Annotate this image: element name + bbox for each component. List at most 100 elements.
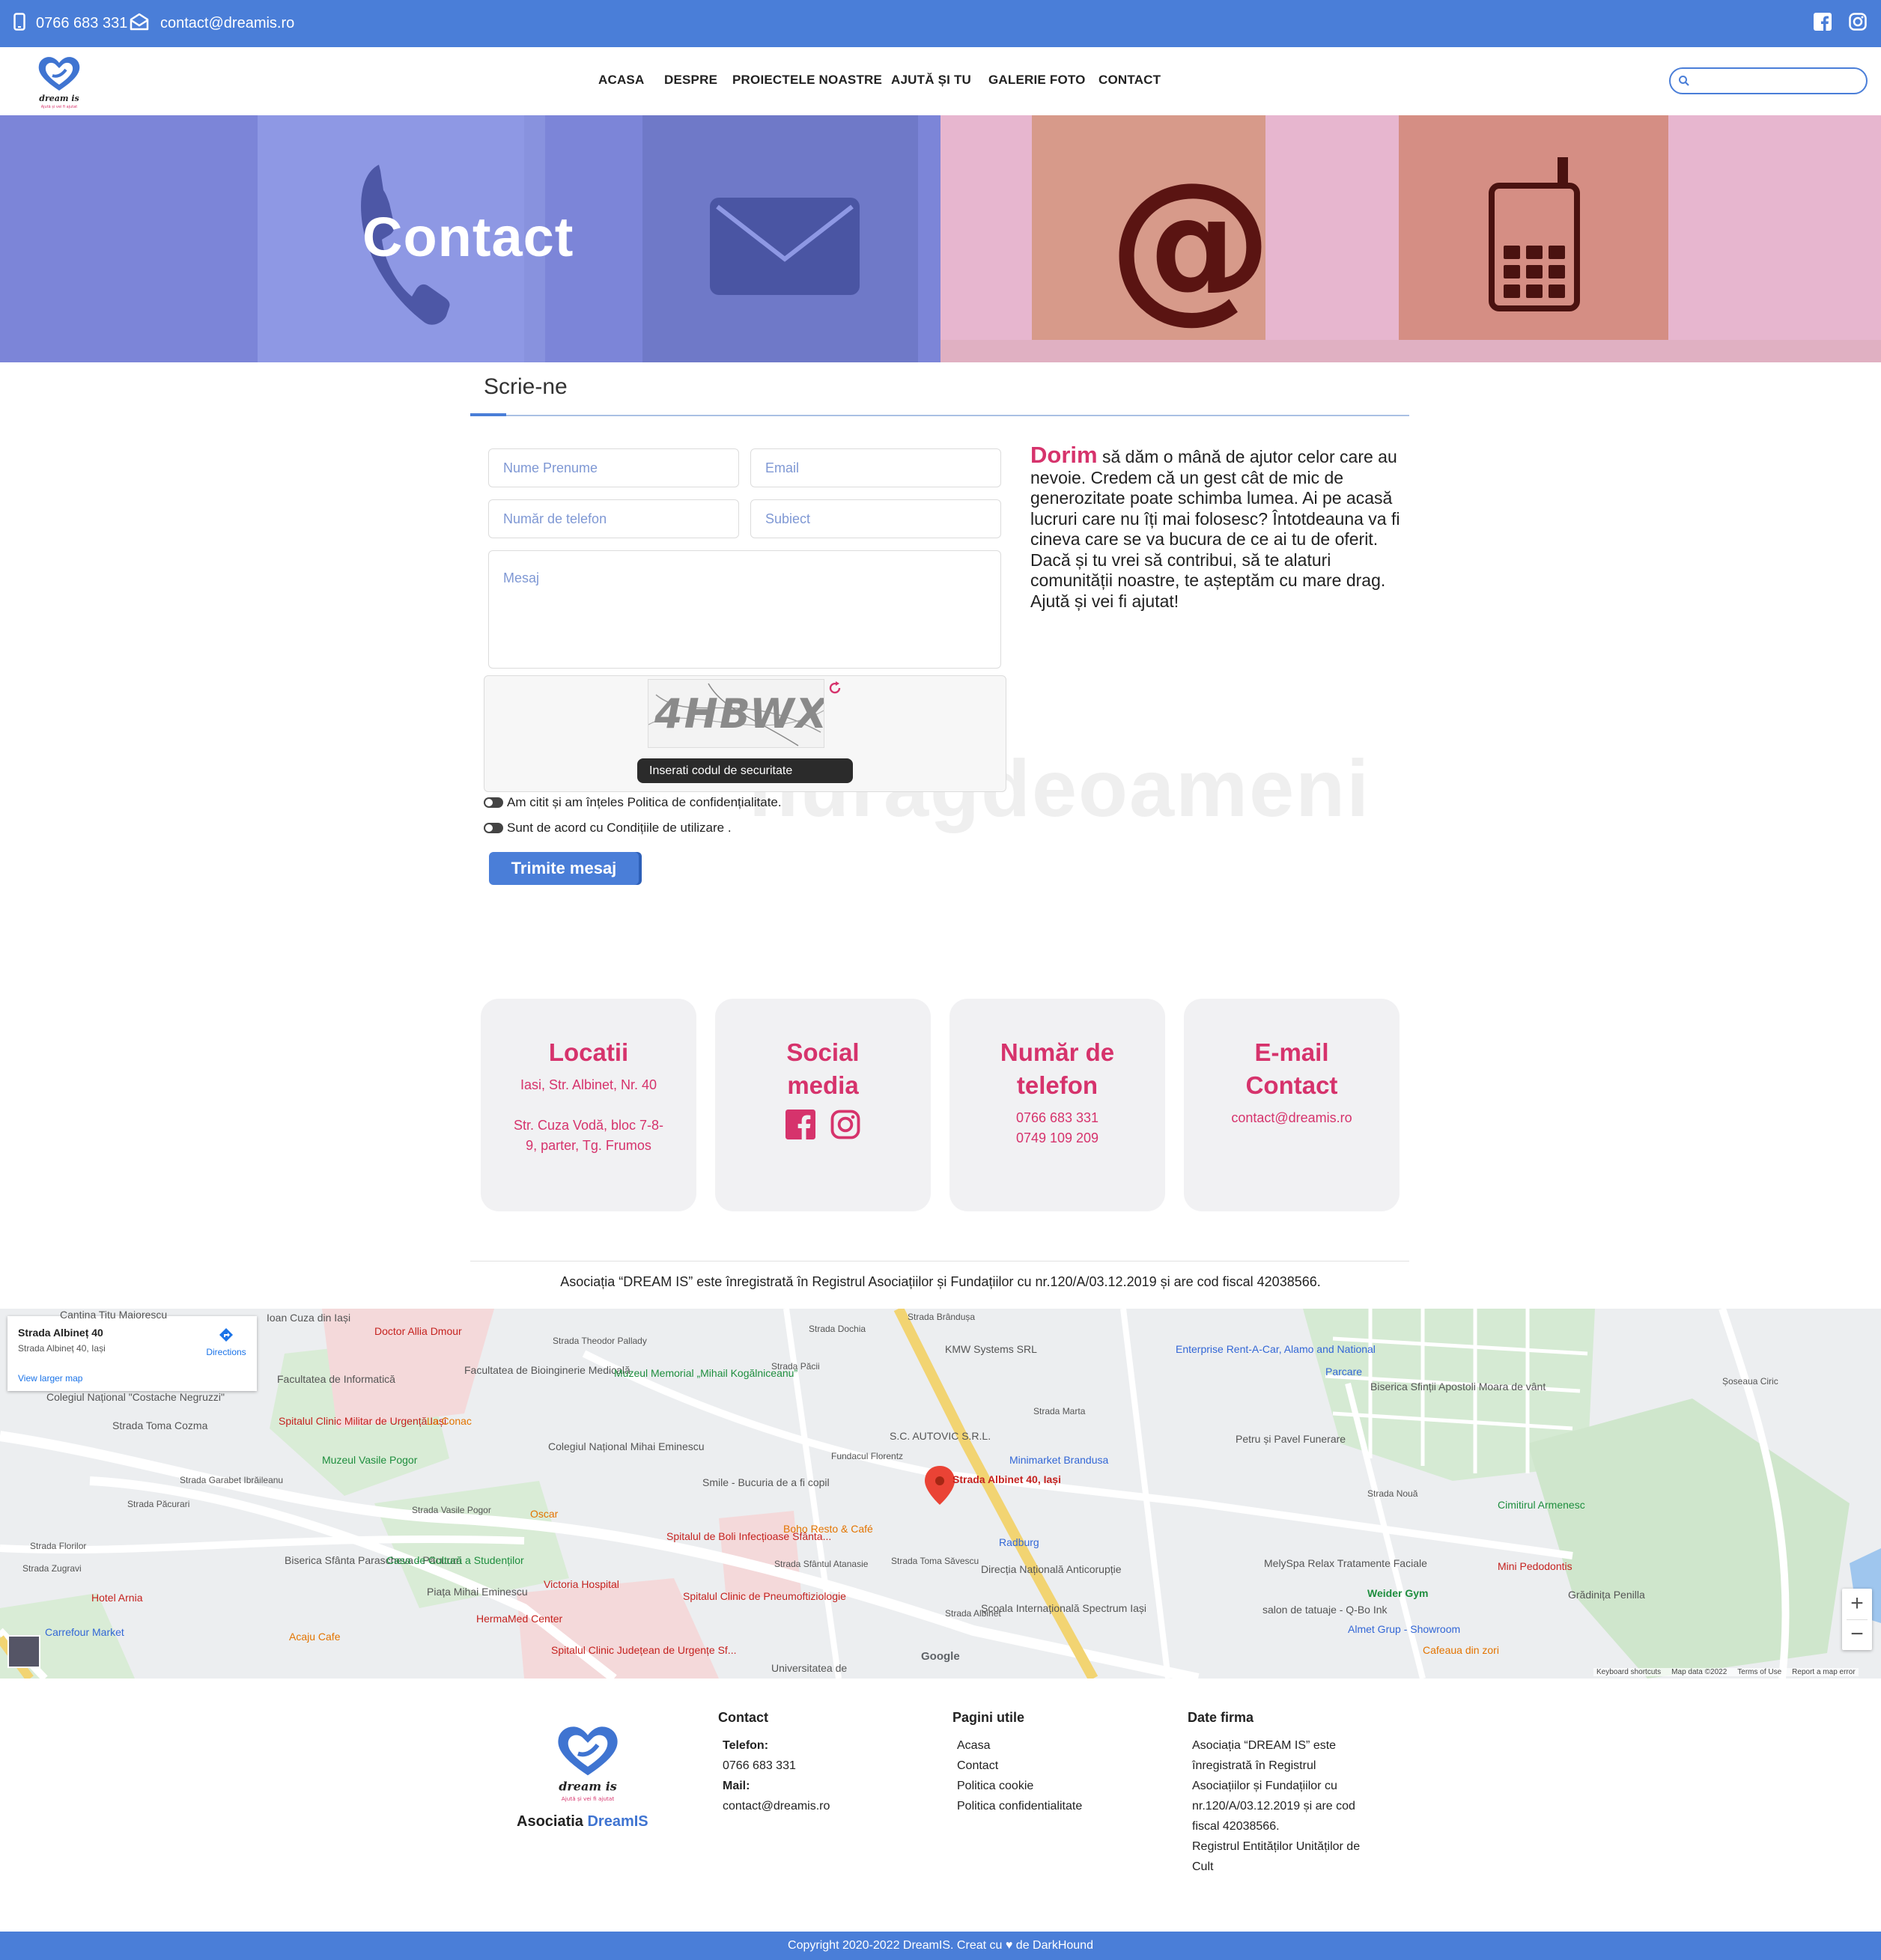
footer-phone-label: Telefon: — [723, 1739, 769, 1752]
hero-banner: @ Contact — [0, 115, 1881, 362]
map-attribution-item[interactable]: Keyboard shortcuts — [1596, 1668, 1661, 1676]
captcha-input[interactable]: Inserati codul de securitate — [637, 758, 853, 783]
registration-notice: Asociația “DREAM IS” este înregistrată î… — [560, 1274, 1321, 1289]
terms-toggle[interactable] — [484, 823, 503, 833]
footer-link-acasa[interactable]: Acasa — [957, 1735, 990, 1756]
name-field[interactable]: Nume Prenume — [488, 448, 739, 487]
map-satellite-toggle[interactable] — [7, 1635, 40, 1668]
privacy-toggle[interactable] — [484, 797, 503, 808]
card-title: Social media — [786, 1038, 860, 1099]
street-label: Strada Marta — [1033, 1406, 1086, 1416]
phone-field[interactable]: Număr de telefon — [488, 499, 739, 538]
map-place-address: Strada Albineț 40, Iași — [18, 1343, 106, 1354]
instagram-icon[interactable] — [830, 1110, 860, 1143]
map-label: Doctor Allia Dmour — [374, 1325, 462, 1337]
map-label: HermaMed Center — [476, 1613, 563, 1625]
street-label: Strada Vasile Pogor — [412, 1505, 491, 1515]
map-label: Direcția Națională Anticorupție — [981, 1563, 1122, 1575]
card-text[interactable]: 0766 683 331 — [979, 1108, 1135, 1128]
street-label: Strada Zugravi — [22, 1563, 82, 1574]
instagram-link[interactable] — [1849, 0, 1867, 47]
google-logo: Google — [921, 1650, 960, 1663]
footer-company-line: Registrul Entităților Unităților de — [1192, 1840, 1361, 1853]
refresh-icon[interactable] — [827, 681, 842, 700]
nav-despre[interactable]: DESPRE — [664, 73, 717, 88]
topbar-email-text: contact@dreamis.ro — [160, 15, 295, 31]
message-placeholder: Mesaj — [503, 570, 540, 585]
footer-company-line: înregistrată în Registrul — [1192, 1759, 1316, 1772]
footer-link-contact[interactable]: Contact — [957, 1756, 998, 1777]
form-heading: Scrie-ne — [484, 374, 568, 399]
map-label: Smile - Bucuria de a fi copil — [702, 1476, 830, 1488]
map-label: Petru și Pavel Funerare — [1236, 1433, 1346, 1445]
search-input[interactable] — [1669, 67, 1868, 94]
facebook-link[interactable] — [1814, 0, 1832, 47]
privacy-consent[interactable]: Am citit și am înțeles Politica de confi… — [484, 795, 782, 810]
heading-divider — [470, 415, 1409, 416]
captcha-box: 4HBWX Inserati codul de securitate — [484, 675, 1006, 792]
map-label: Spitalul Clinic Militar de Urgență Iași — [279, 1415, 447, 1427]
nav-contact[interactable]: CONTACT — [1098, 73, 1161, 88]
map-attribution-item[interactable]: Terms of Use — [1737, 1668, 1781, 1676]
footer-company-line: Cult — [1192, 1860, 1214, 1873]
social-card: Social media — [715, 999, 931, 1211]
card-text[interactable]: contact@dreamis.ro — [1199, 1108, 1385, 1128]
topbar-email[interactable]: contact@dreamis.ro — [129, 0, 294, 47]
map-label: Acaju Cafe — [289, 1631, 341, 1643]
embedded-map[interactable]: Strada Albineț 40 Strada Albineț 40, Iaș… — [0, 1309, 1881, 1679]
footer-phone[interactable]: 0766 683 331 — [723, 1756, 796, 1777]
about-body: să dăm o mână de ajutor celor care au ne… — [1030, 447, 1400, 611]
zoom-in-icon[interactable]: + — [1842, 1589, 1872, 1619]
captcha-tip-text: Inserati codul de securitate — [649, 764, 793, 777]
top-bar: 0766 683 331 contact@dreamis.ro — [0, 0, 1881, 47]
terms-consent[interactable]: Sunt de acord cu Condițiile de utilizare… — [484, 821, 732, 836]
street-label: Strada Albinet — [945, 1608, 1001, 1619]
zoom-out-icon[interactable]: − — [1842, 1619, 1872, 1650]
svg-text:dream is: dream is — [559, 1780, 617, 1794]
hero-right-panel: @ — [940, 115, 1881, 362]
message-field[interactable]: Mesaj — [488, 550, 1001, 669]
nav-proiecte[interactable]: PROIECTELE NOASTRE — [732, 73, 882, 88]
footer-link-privacy[interactable]: Politica confidentialitate — [957, 1796, 1082, 1817]
street-label: Strada Garabet Ibrăileanu — [180, 1475, 284, 1485]
subject-field[interactable]: Subiect — [750, 499, 1001, 538]
topbar-phone[interactable]: 0766 683 331 — [13, 0, 127, 47]
map-label: Biserica Sfinții Apostoli Moara de vânt — [1370, 1381, 1546, 1393]
email-card: E-mail Contact contact@dreamis.ro — [1184, 999, 1400, 1211]
submit-button[interactable]: Trimite mesaj — [489, 852, 639, 885]
map-label: Minimarket Brandusa — [1009, 1454, 1109, 1466]
map-label: Spitalul de Boli Infecțioase Sfânta... — [666, 1530, 832, 1542]
map-label: Enterprise Rent-A-Car, Alamo and Nationa… — [1176, 1343, 1376, 1355]
subject-placeholder: Subiect — [765, 511, 811, 526]
terms-label: Sunt de acord cu Condițiile de utilizare… — [507, 821, 732, 835]
card-text: Str. Cuza Vodă, bloc 7-8-9, parter, Tg. … — [513, 1118, 664, 1153]
map-attribution-item[interactable]: Report a map error — [1792, 1668, 1855, 1676]
nav-acasa[interactable]: ACASA — [598, 73, 644, 88]
page-title: Contact — [362, 206, 574, 268]
email-field[interactable]: Email — [750, 448, 1001, 487]
footer-link-cookie[interactable]: Politica cookie — [957, 1776, 1033, 1797]
footer-logo[interactable]: dream is Ajută și vei fi ajutat — [554, 1720, 622, 1808]
map-label: Strada Toma Cozma — [112, 1419, 208, 1431]
footer-company-title: Date firma — [1188, 1710, 1254, 1725]
nav-ajuta[interactable]: AJUTĂ ȘI TU — [891, 73, 971, 88]
street-label: Șoseaua Ciric — [1722, 1376, 1778, 1387]
map-label: S.C. AUTOVIC S.R.L. — [890, 1430, 991, 1442]
envelope-icon — [710, 198, 860, 299]
directions-button[interactable]: Directions — [196, 1327, 256, 1357]
view-larger-map-link[interactable]: View larger map — [18, 1373, 82, 1384]
footer-company-line: nr.120/A/03.12.2019 și are cod — [1192, 1800, 1355, 1813]
nav-galerie[interactable]: GALERIE FOTO — [988, 73, 1086, 88]
card-text[interactable]: 0749 109 209 — [979, 1128, 1135, 1148]
facebook-icon[interactable] — [785, 1110, 815, 1143]
map-info-card: Strada Albineț 40 Strada Albineț 40, Iaș… — [7, 1316, 257, 1391]
topbar-phone-text: 0766 683 331 — [36, 15, 128, 31]
map-place-title: Strada Albineț 40 — [18, 1327, 103, 1339]
street-label: Strada Florilor — [30, 1541, 87, 1551]
map-label: MelySpa Relax Tratamente Faciale — [1264, 1557, 1427, 1569]
footer-mail[interactable]: contact@dreamis.ro — [723, 1796, 830, 1817]
map-label: Carrefour Market — [45, 1626, 124, 1638]
map-label: Victoria Hospital — [544, 1578, 619, 1590]
map-label: Colegiul Național "Costache Negruzzi" — [46, 1391, 225, 1403]
mobile-phone-icon — [1486, 156, 1583, 317]
